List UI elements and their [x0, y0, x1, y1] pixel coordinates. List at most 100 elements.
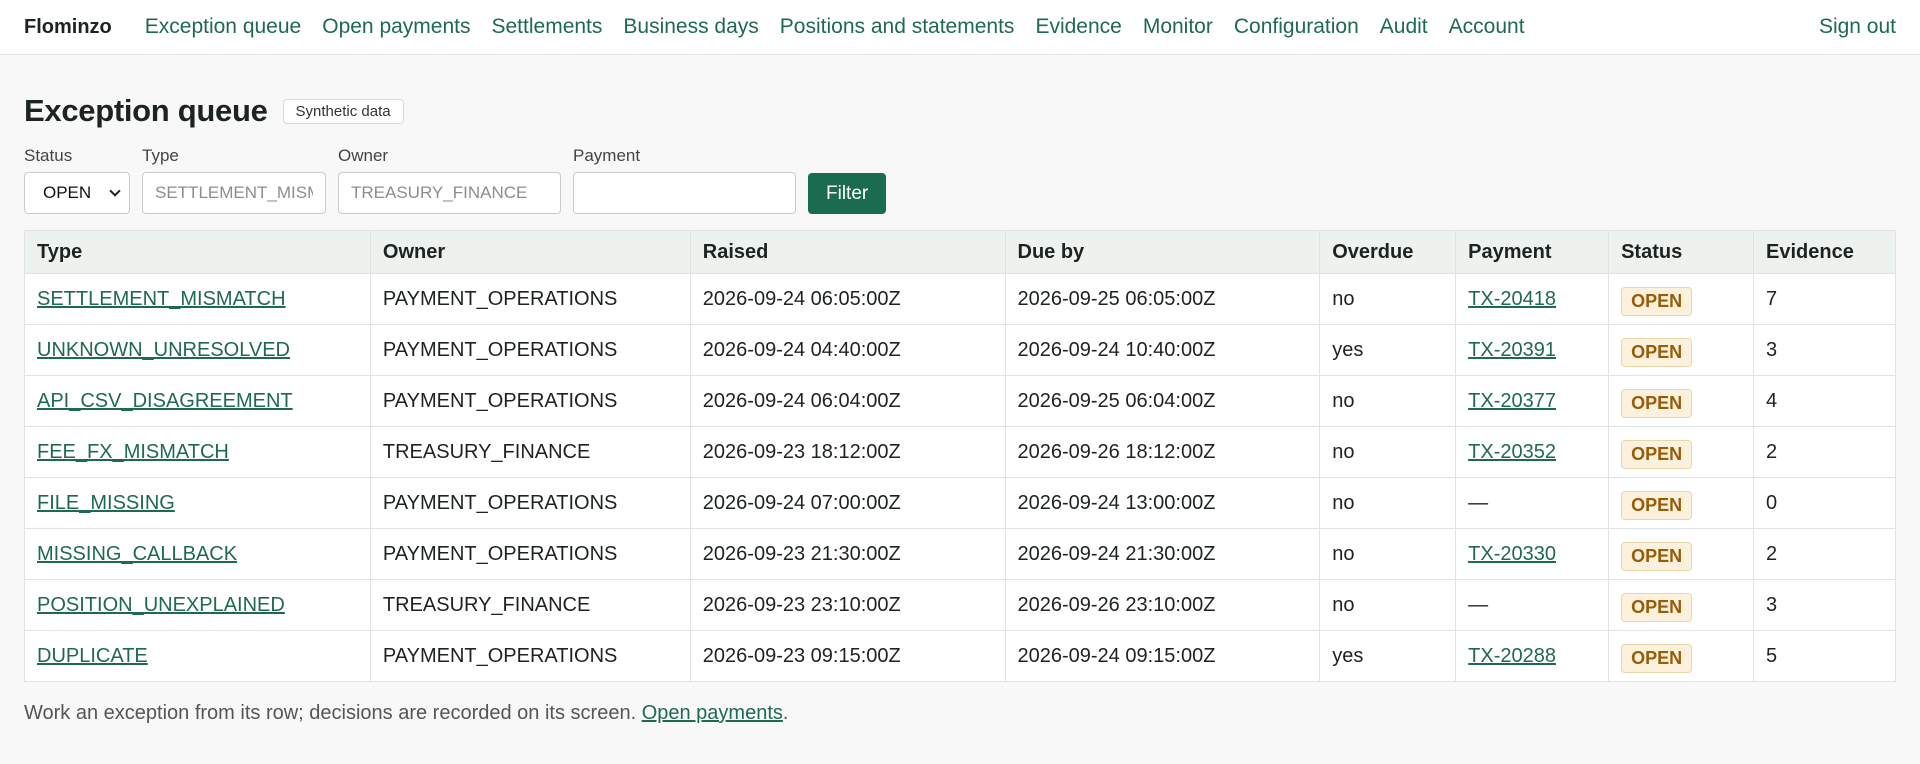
nav-configuration[interactable]: Configuration — [1234, 15, 1359, 39]
header-evidence: Evidence — [1753, 230, 1896, 274]
exception-type-link[interactable]: MISSING_CALLBACK — [37, 543, 237, 565]
cell-due-by: 2026-09-24 21:30:00Z — [1004, 528, 1321, 580]
footer-period: . — [782, 702, 789, 724]
payment-input[interactable] — [573, 172, 796, 214]
cell-evidence: 3 — [1753, 324, 1896, 376]
cell-evidence: 4 — [1753, 375, 1896, 427]
synthetic-data-badge: Synthetic data — [282, 98, 404, 124]
table-row[interactable]: UNKNOWN_UNRESOLVED PAYMENT_OPERATIONS 2026… — [24, 324, 1896, 376]
cell-owner: PAYMENT_OPERATIONS — [369, 375, 691, 427]
nav-links: Exception queue Open payments Settlement… — [145, 15, 1819, 39]
payment-link[interactable]: TX-20377 — [1468, 390, 1556, 412]
header-overdue: Overdue — [1319, 230, 1457, 274]
type-label: Type — [142, 146, 179, 165]
nav-exception-queue[interactable]: Exception queue — [145, 15, 301, 39]
nav-positions-and-statements[interactable]: Positions and statements — [780, 15, 1015, 39]
cell-type: MISSING_CALLBACK — [24, 528, 371, 580]
cell-owner: PAYMENT_OPERATIONS — [369, 273, 691, 325]
top-navigation: Flominzo Exception queue Open payments S… — [0, 0, 1920, 55]
cell-raised: 2026-09-24 06:04:00Z — [689, 375, 1006, 427]
header-raised: Raised — [689, 230, 1006, 274]
cell-owner: PAYMENT_OPERATIONS — [369, 324, 691, 376]
payment-link[interactable]: TX-20418 — [1468, 288, 1556, 310]
cell-evidence: 3 — [1753, 579, 1896, 631]
header-owner: Owner — [369, 230, 691, 274]
table-row[interactable]: API_CSV_DISAGREEMENT PAYMENT_OPERATIONS 20… — [24, 375, 1896, 427]
exception-type-link[interactable]: UNKNOWN_UNRESOLVED — [37, 339, 290, 361]
exception-type-link[interactable]: POSITION_UNEXPLAINED — [37, 594, 285, 616]
table-row[interactable]: SETTLEMENT_MISMATCH PAYMENT_OPERATIONS 202… — [24, 273, 1896, 325]
cell-due-by: 2026-09-24 09:15:00Z — [1004, 630, 1321, 682]
nav-monitor[interactable]: Monitor — [1143, 15, 1213, 39]
cell-raised: 2026-09-23 18:12:00Z — [689, 426, 1006, 478]
nav-account[interactable]: Account — [1449, 15, 1525, 39]
table-header-row: Type Owner Raised Due by Overdue Payment… — [24, 230, 1896, 274]
cell-raised: 2026-09-24 07:00:00Z — [689, 477, 1006, 529]
main-content: Exception queue Synthetic data Status OP… — [0, 92, 1920, 725]
cell-evidence: 0 — [1753, 477, 1896, 529]
nav-evidence[interactable]: Evidence — [1035, 15, 1121, 39]
payment-link[interactable]: TX-20391 — [1468, 339, 1556, 361]
type-filter-group: Type — [142, 146, 326, 214]
nav-audit[interactable]: Audit — [1380, 15, 1428, 39]
status-select[interactable]: OPEN — [24, 172, 130, 214]
header-payment: Payment — [1455, 230, 1610, 274]
header-type: Type — [24, 230, 371, 274]
filter-button[interactable]: Filter — [808, 173, 887, 214]
table-row[interactable]: FILE_MISSING PAYMENT_OPERATIONS 2026-09-24… — [24, 477, 1896, 529]
cell-evidence: 5 — [1753, 630, 1896, 682]
payment-link[interactable]: TX-20330 — [1468, 543, 1556, 565]
status-label: Status — [24, 146, 73, 165]
cell-owner: PAYMENT_OPERATIONS — [369, 630, 691, 682]
title-row: Exception queue Synthetic data — [24, 92, 1896, 130]
cell-status: OPEN — [1608, 630, 1754, 682]
nav-settlements[interactable]: Settlements — [492, 15, 603, 39]
cell-status: OPEN — [1608, 477, 1754, 529]
cell-type: UNKNOWN_UNRESOLVED — [24, 324, 371, 376]
cell-status: OPEN — [1608, 273, 1754, 325]
owner-input[interactable] — [338, 172, 561, 214]
cell-payment: TX-20418 — [1455, 273, 1610, 325]
table-row[interactable]: POSITION_UNEXPLAINED TREASURY_FINANCE 2026… — [24, 579, 1896, 631]
nav-business-days[interactable]: Business days — [623, 15, 758, 39]
cell-payment: TX-20288 — [1455, 630, 1610, 682]
sign-out-link[interactable]: Sign out — [1819, 15, 1896, 39]
cell-type: API_CSV_DISAGREEMENT — [24, 375, 371, 427]
brand-logo[interactable]: Flominzo — [24, 16, 112, 39]
exception-type-link[interactable]: FEE_FX_MISMATCH — [37, 441, 229, 463]
nav-open-payments[interactable]: Open payments — [322, 15, 470, 39]
cell-status: OPEN — [1608, 324, 1754, 376]
cell-type: FILE_MISSING — [24, 477, 371, 529]
payment-link[interactable]: TX-20352 — [1468, 441, 1556, 463]
chevron-down-icon — [109, 185, 121, 197]
cell-status: OPEN — [1608, 579, 1754, 631]
cell-due-by: 2026-09-24 13:00:00Z — [1004, 477, 1321, 529]
exception-type-link[interactable]: FILE_MISSING — [37, 492, 175, 514]
cell-overdue: no — [1319, 528, 1457, 580]
footer-text: Work an exception from its row; decision… — [24, 702, 642, 724]
status-select-value: OPEN — [43, 183, 92, 202]
exception-type-link[interactable]: DUPLICATE — [37, 645, 148, 667]
status-badge: OPEN — [1621, 286, 1693, 316]
footer-open-payments-link[interactable]: Open payments — [642, 702, 783, 724]
header-due-by: Due by — [1004, 230, 1321, 274]
payment-link[interactable]: TX-20288 — [1468, 645, 1556, 667]
page-title: Exception queue — [24, 93, 268, 128]
status-filter-group: Status OPEN — [24, 146, 130, 214]
exception-type-link[interactable]: API_CSV_DISAGREEMENT — [37, 390, 293, 412]
status-badge: OPEN — [1621, 541, 1693, 571]
cell-overdue: yes — [1319, 324, 1457, 376]
table-row[interactable]: DUPLICATE PAYMENT_OPERATIONS 2026-09-23 09… — [24, 630, 1896, 682]
cell-raised: 2026-09-23 09:15:00Z — [689, 630, 1006, 682]
exception-table: Type Owner Raised Due by Overdue Payment… — [24, 230, 1896, 682]
table-row[interactable]: FEE_FX_MISMATCH TREASURY_FINANCE 2026-09-2… — [24, 426, 1896, 478]
cell-payment: TX-20352 — [1455, 426, 1610, 478]
cell-status: OPEN — [1608, 528, 1754, 580]
exception-type-link[interactable]: SETTLEMENT_MISMATCH — [37, 288, 286, 310]
type-input[interactable] — [142, 172, 326, 214]
table-row[interactable]: MISSING_CALLBACK PAYMENT_OPERATIONS 2026-0… — [24, 528, 1896, 580]
cell-payment: TX-20377 — [1455, 375, 1610, 427]
cell-due-by: 2026-09-25 06:04:00Z — [1004, 375, 1321, 427]
cell-overdue: yes — [1319, 630, 1457, 682]
cell-due-by: 2026-09-26 18:12:00Z — [1004, 426, 1321, 478]
